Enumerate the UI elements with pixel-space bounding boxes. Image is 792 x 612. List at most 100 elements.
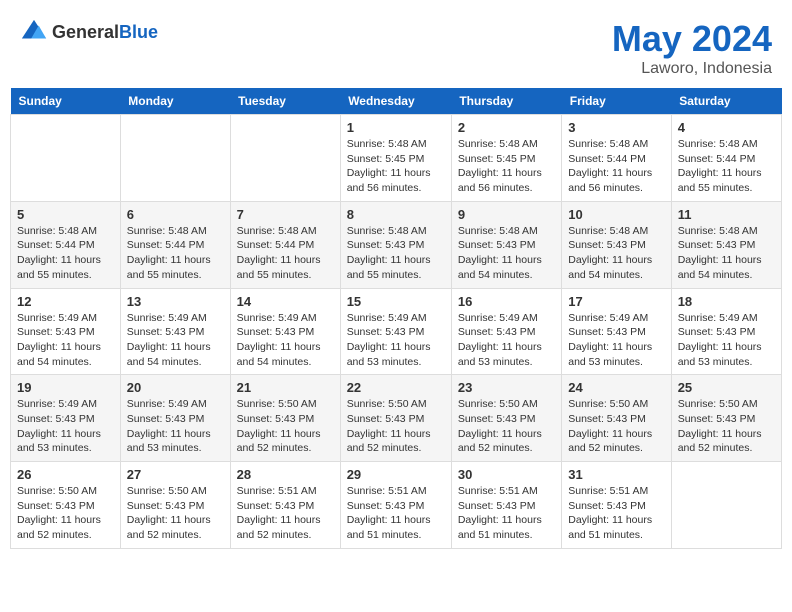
table-row: 23Sunrise: 5:50 AM Sunset: 5:43 PM Dayli… <box>451 375 561 462</box>
logo-blue-text: Blue <box>119 22 158 42</box>
cell-info: Sunrise: 5:51 AM Sunset: 5:43 PM Dayligh… <box>347 484 445 543</box>
cell-info: Sunrise: 5:48 AM Sunset: 5:43 PM Dayligh… <box>568 224 664 283</box>
cell-info: Sunrise: 5:48 AM Sunset: 5:44 PM Dayligh… <box>678 137 775 196</box>
cell-info: Sunrise: 5:49 AM Sunset: 5:43 PM Dayligh… <box>568 311 664 370</box>
cell-date: 4 <box>678 120 775 135</box>
table-row: 10 Sunrise: 5:48 AM Sunset: 5:43 PM Dayli… <box>562 201 671 288</box>
table-row: 20 Sunrise: 5:49 AM Sunset: 5:43 PM Dayli… <box>120 375 230 462</box>
table-row: 11 Sunrise: 5:48 AM Sunset: 5:43 PM Dayli… <box>671 201 781 288</box>
cell-date: 23 <box>458 380 555 395</box>
table-row: 7 Sunrise: 5:48 AM Sunset: 5:44 PM Daylig… <box>230 201 340 288</box>
logo: GeneralBlue <box>20 18 158 46</box>
table-row: 18 Sunrise: 5:49 AM Sunset: 5:43 PM Dayli… <box>671 288 781 375</box>
cell-info: Sunrise: 5:51 AM Sunset: 5:43 PM Dayligh… <box>568 484 664 543</box>
cell-info: Sunrise: 5:49 AM Sunset: 5:43 PM Dayligh… <box>127 311 224 370</box>
cell-date: 30 <box>458 467 555 482</box>
cell-info: Sunrise: 5:48 AM Sunset: 5:44 PM Dayligh… <box>17 224 114 283</box>
cell-date: 19 <box>17 380 114 395</box>
cell-info: Sunrise: 5:48 AM Sunset: 5:44 PM Dayligh… <box>568 137 664 196</box>
cell-date: 14 <box>237 294 334 309</box>
cell-date: 29 <box>347 467 445 482</box>
header-thursday: Thursday <box>451 88 561 115</box>
table-row: 21Sunrise: 5:50 AM Sunset: 5:43 PM Dayli… <box>230 375 340 462</box>
cell-info: Sunrise: 5:49 AM Sunset: 5:43 PM Dayligh… <box>237 311 334 370</box>
table-row: 24 Sunrise: 5:50 AM Sunset: 5:43 PM Dayli… <box>562 375 671 462</box>
header-monday: Monday <box>120 88 230 115</box>
cell-date: 25 <box>678 380 775 395</box>
cell-info: Sunrise: 5:50 AM Sunset: 5:43 PM Dayligh… <box>347 397 445 456</box>
cell-date: 8 <box>347 207 445 222</box>
header-wednesday: Wednesday <box>340 88 451 115</box>
table-row: 16Sunrise: 5:49 AM Sunset: 5:43 PM Dayli… <box>451 288 561 375</box>
cell-date: 12 <box>17 294 114 309</box>
table-row: 27 Sunrise: 5:50 AM Sunset: 5:43 PM Dayli… <box>120 462 230 549</box>
cell-date: 9 <box>458 207 555 222</box>
table-row <box>120 115 230 202</box>
cell-info: Sunrise: 5:50 AM Sunset: 5:43 PM Dayligh… <box>237 397 334 456</box>
cell-info: Sunrise: 5:49 AM Sunset: 5:43 PM Dayligh… <box>678 311 775 370</box>
table-row: 8Sunrise: 5:48 AM Sunset: 5:43 PM Daylig… <box>340 201 451 288</box>
cell-info: Sunrise: 5:48 AM Sunset: 5:44 PM Dayligh… <box>237 224 334 283</box>
cell-info: Sunrise: 5:51 AM Sunset: 5:43 PM Dayligh… <box>237 484 334 543</box>
cell-date: 2 <box>458 120 555 135</box>
cell-info: Sunrise: 5:50 AM Sunset: 5:43 PM Dayligh… <box>127 484 224 543</box>
cell-info: Sunrise: 5:49 AM Sunset: 5:43 PM Dayligh… <box>17 397 114 456</box>
cell-info: Sunrise: 5:49 AM Sunset: 5:43 PM Dayligh… <box>127 397 224 456</box>
cell-date: 28 <box>237 467 334 482</box>
month-title: May 2024 <box>612 18 772 60</box>
table-row: 1Sunrise: 5:48 AM Sunset: 5:45 PM Daylig… <box>340 115 451 202</box>
cell-info: Sunrise: 5:49 AM Sunset: 5:43 PM Dayligh… <box>347 311 445 370</box>
cell-date: 6 <box>127 207 224 222</box>
calendar-week-row: 1Sunrise: 5:48 AM Sunset: 5:45 PM Daylig… <box>11 115 782 202</box>
header-sunday: Sunday <box>11 88 121 115</box>
cell-date: 15 <box>347 294 445 309</box>
table-row: 28 Sunrise: 5:51 AM Sunset: 5:43 PM Dayli… <box>230 462 340 549</box>
cell-info: Sunrise: 5:48 AM Sunset: 5:43 PM Dayligh… <box>678 224 775 283</box>
logo-general-text: General <box>52 22 119 42</box>
calendar-table: Sunday Monday Tuesday Wednesday Thursday… <box>10 88 782 549</box>
calendar-body: 1Sunrise: 5:48 AM Sunset: 5:45 PM Daylig… <box>11 115 782 549</box>
cell-date: 22 <box>347 380 445 395</box>
cell-date: 18 <box>678 294 775 309</box>
cell-date: 20 <box>127 380 224 395</box>
cell-info: Sunrise: 5:50 AM Sunset: 5:43 PM Dayligh… <box>678 397 775 456</box>
cell-date: 24 <box>568 380 664 395</box>
table-row: 3 Sunrise: 5:48 AM Sunset: 5:44 PM Daylig… <box>562 115 671 202</box>
calendar-week-row: 5 Sunrise: 5:48 AM Sunset: 5:44 PM Daylig… <box>11 201 782 288</box>
page-header: GeneralBlue May 2024 Laworo, Indonesia <box>10 10 782 88</box>
cell-date: 5 <box>17 207 114 222</box>
calendar-week-row: 19 Sunrise: 5:49 AM Sunset: 5:43 PM Dayli… <box>11 375 782 462</box>
table-row: 26 Sunrise: 5:50 AM Sunset: 5:43 PM Dayli… <box>11 462 121 549</box>
table-row: 5 Sunrise: 5:48 AM Sunset: 5:44 PM Daylig… <box>11 201 121 288</box>
cell-date: 10 <box>568 207 664 222</box>
table-row: 19 Sunrise: 5:49 AM Sunset: 5:43 PM Dayli… <box>11 375 121 462</box>
header-friday: Friday <box>562 88 671 115</box>
title-area: May 2024 Laworo, Indonesia <box>612 18 772 78</box>
cell-date: 3 <box>568 120 664 135</box>
cell-date: 27 <box>127 467 224 482</box>
cell-info: Sunrise: 5:51 AM Sunset: 5:43 PM Dayligh… <box>458 484 555 543</box>
table-row: 15 Sunrise: 5:49 AM Sunset: 5:43 PM Dayli… <box>340 288 451 375</box>
cell-info: Sunrise: 5:49 AM Sunset: 5:43 PM Dayligh… <box>17 311 114 370</box>
cell-date: 7 <box>237 207 334 222</box>
calendar-week-row: 12 Sunrise: 5:49 AM Sunset: 5:43 PM Dayli… <box>11 288 782 375</box>
cell-date: 17 <box>568 294 664 309</box>
table-row: 31Sunrise: 5:51 AM Sunset: 5:43 PM Dayli… <box>562 462 671 549</box>
table-row: 2 Sunrise: 5:48 AM Sunset: 5:45 PM Daylig… <box>451 115 561 202</box>
cell-info: Sunrise: 5:50 AM Sunset: 5:43 PM Dayligh… <box>17 484 114 543</box>
table-row <box>11 115 121 202</box>
header-tuesday: Tuesday <box>230 88 340 115</box>
table-row: 17 Sunrise: 5:49 AM Sunset: 5:43 PM Dayli… <box>562 288 671 375</box>
table-row: 25 Sunrise: 5:50 AM Sunset: 5:43 PM Dayli… <box>671 375 781 462</box>
cell-info: Sunrise: 5:48 AM Sunset: 5:45 PM Dayligh… <box>347 137 445 196</box>
cell-date: 11 <box>678 207 775 222</box>
cell-date: 13 <box>127 294 224 309</box>
table-row: 4 Sunrise: 5:48 AM Sunset: 5:44 PM Daylig… <box>671 115 781 202</box>
cell-date: 26 <box>17 467 114 482</box>
calendar-week-row: 26 Sunrise: 5:50 AM Sunset: 5:43 PM Dayli… <box>11 462 782 549</box>
logo-icon <box>20 18 48 46</box>
table-row: 9Sunrise: 5:48 AM Sunset: 5:43 PM Daylig… <box>451 201 561 288</box>
cell-info: Sunrise: 5:48 AM Sunset: 5:45 PM Dayligh… <box>458 137 555 196</box>
table-row: 29 Sunrise: 5:51 AM Sunset: 5:43 PM Dayli… <box>340 462 451 549</box>
cell-info: Sunrise: 5:50 AM Sunset: 5:43 PM Dayligh… <box>568 397 664 456</box>
